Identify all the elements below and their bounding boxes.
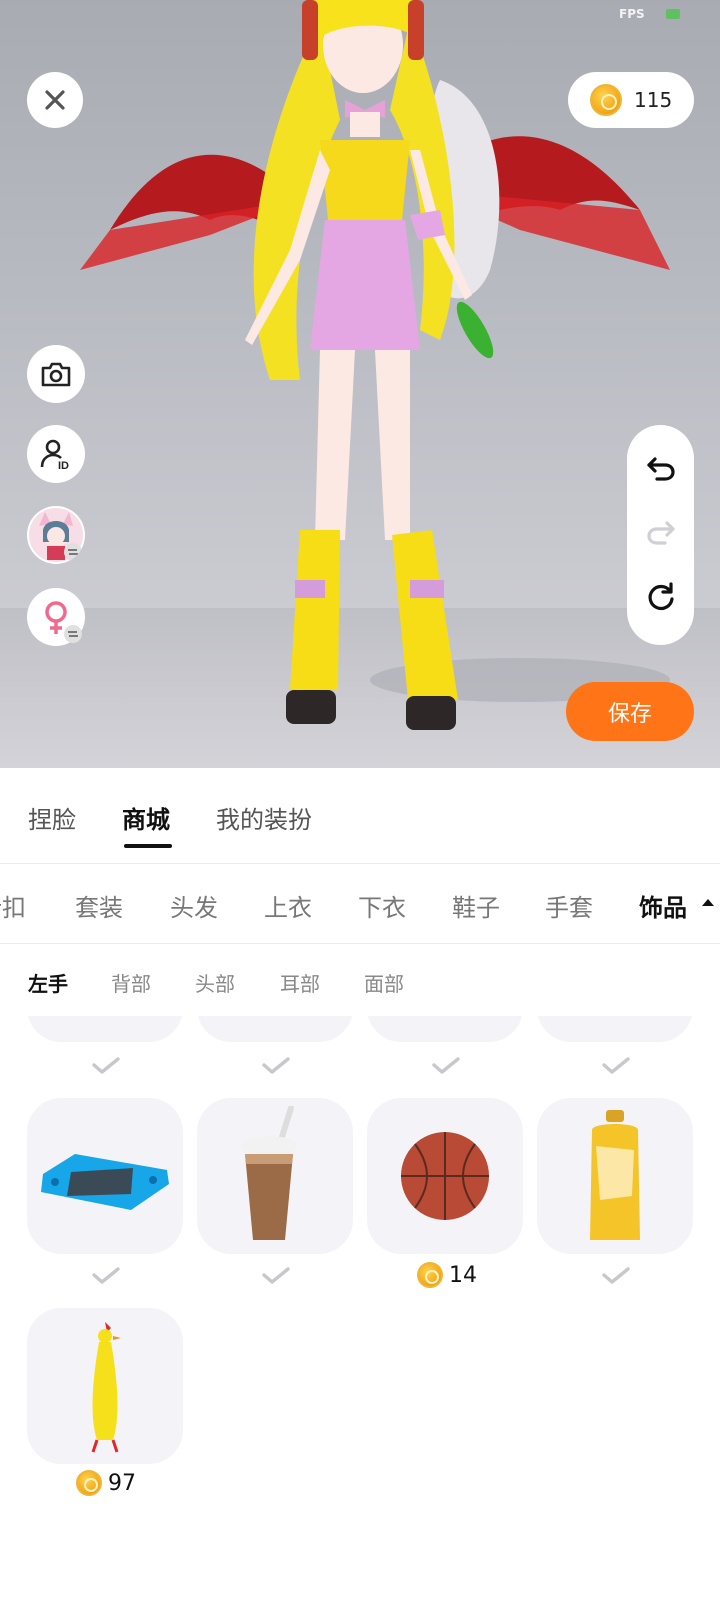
tab-shop[interactable]: 商城 [122,800,170,835]
category-discount[interactable]: 折扣 [0,888,26,923]
switch-avatar-button[interactable] [27,506,85,564]
history-controls [627,425,694,645]
item-price-value: 97 [108,1470,136,1496]
fps-label: FPS [619,7,645,21]
user-id-icon: ID [40,439,69,471]
item-card-partial[interactable] [367,1016,523,1042]
item-price-value: 14 [449,1262,477,1288]
subcategory-bar: 左手 背部 头部 耳部 面部 [0,944,720,1016]
undo-button[interactable] [645,453,677,487]
category-shoes[interactable]: 鞋子 [452,888,500,923]
profile-id-button[interactable]: ID [27,425,85,483]
redo-icon [647,521,675,545]
gender-switch-button[interactable] [27,588,85,646]
close-icon [45,90,65,110]
category-gloves[interactable]: 手套 [545,888,593,923]
coffee-cup-icon [241,1106,297,1240]
owned-check-icon [432,1057,460,1074]
undo-icon [647,457,675,481]
owned-check-icon [262,1267,290,1284]
owned-check-icon [602,1057,630,1074]
avatar-viewport[interactable]: FPS 115 ID 保存 [0,0,720,768]
item-card-partial[interactable] [27,1016,183,1042]
camera-button[interactable] [27,345,85,403]
game-console-icon [41,1154,169,1210]
category-tops[interactable]: 上衣 [264,888,312,923]
avatar-switch-icon [29,508,83,562]
item-card-juice-bottle[interactable] [537,1098,693,1254]
owned-check-icon [262,1057,290,1074]
coin-balance-value: 115 [634,88,673,112]
coin-icon [590,84,622,116]
owned-check-icon [92,1267,120,1284]
redo-button[interactable] [645,517,677,551]
category-hair[interactable]: 头发 [170,888,218,923]
category-accessories[interactable]: 饰品 [639,888,687,923]
tab-face-edit[interactable]: 捏脸 [28,800,76,835]
female-gender-switch-icon [45,601,82,643]
camera-icon [41,362,71,387]
item-card-coffee-cup[interactable] [197,1098,353,1254]
subcategory-back[interactable]: 背部 [111,968,151,997]
item-price: 97 [76,1470,136,1496]
item-price: 14 [417,1262,477,1288]
active-tab-indicator [124,844,172,848]
item-grid[interactable]: 14 97 [0,1016,720,1600]
tab-my-outfits[interactable]: 我的装扮 [216,800,312,835]
save-button[interactable]: 保存 [566,682,694,741]
close-button[interactable] [27,72,83,128]
coin-balance[interactable]: 115 [568,72,694,128]
subcategory-head[interactable]: 头部 [195,968,235,997]
owned-check-icon [602,1267,630,1284]
basketball-icon [401,1132,489,1220]
category-bottoms[interactable]: 下衣 [358,888,406,923]
item-card-basketball[interactable] [367,1098,523,1254]
svg-text:ID: ID [58,460,69,471]
subcategory-left-hand[interactable]: 左手 [28,968,68,997]
owned-check-icon [92,1057,120,1074]
juice-bottle-icon [590,1110,640,1240]
subcategory-face[interactable]: 面部 [364,968,404,997]
fps-indicator [666,9,680,19]
main-tabs: 捏脸 商城 我的装扮 [0,768,720,864]
rubber-chicken-icon [91,1322,121,1453]
item-card-partial[interactable] [537,1016,693,1042]
reset-icon [648,582,674,611]
category-suits[interactable]: 套装 [75,888,123,923]
coin-icon [417,1262,443,1288]
item-card-rubber-chicken[interactable] [27,1308,183,1464]
item-card-game-console[interactable] [27,1098,183,1254]
reset-button[interactable] [645,581,677,617]
category-bar[interactable]: 折扣 套装 头发 上衣 下衣 鞋子 手套 饰品 [0,864,720,944]
caret-up-icon [702,899,714,906]
coin-icon [76,1470,102,1496]
item-card-partial[interactable] [197,1016,353,1042]
subcategory-ear[interactable]: 耳部 [280,968,320,997]
